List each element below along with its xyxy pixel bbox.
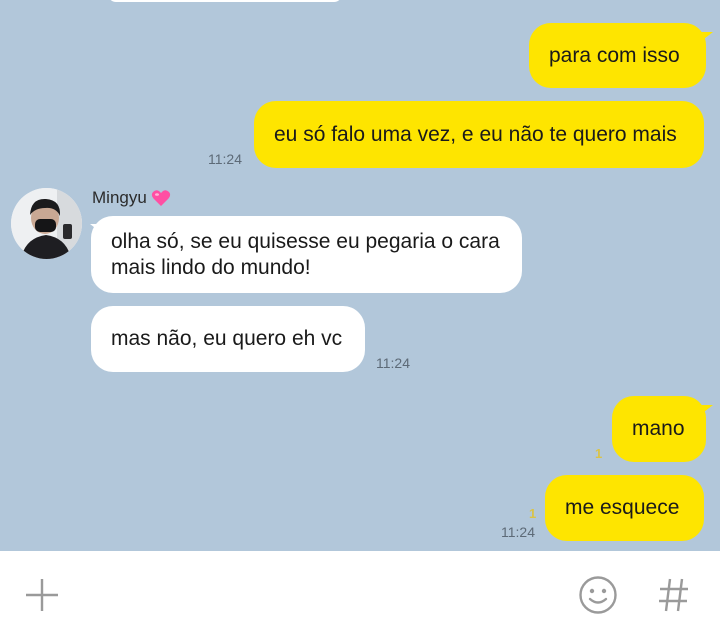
- message-text: olha só, se eu quisesse eu pegaria o car…: [111, 230, 500, 279]
- input-bar: [0, 551, 720, 641]
- message-bubble-incoming[interactable]: mas não, eu quero eh vc: [91, 306, 365, 372]
- heart-emoji-icon: [151, 190, 170, 206]
- message-bubble-outgoing[interactable]: eu só falo uma vez, e eu não te quero ma…: [254, 101, 704, 168]
- message-text: eu só falo uma vez, e eu não te quero ma…: [274, 122, 677, 146]
- unread-count: 1: [529, 506, 537, 521]
- emoji-icon[interactable]: [578, 575, 618, 615]
- message-bubble-outgoing[interactable]: mano: [612, 396, 706, 462]
- message-time: 11:24: [208, 151, 242, 167]
- message-time: 11:24: [376, 355, 410, 371]
- contact-avatar[interactable]: [11, 188, 82, 259]
- bubble-tail: [700, 32, 713, 42]
- chat-area[interactable]: para com isso eu só falo uma vez, e eu n…: [0, 0, 720, 551]
- message-text: me esquece: [565, 496, 680, 519]
- message-text: para com isso: [549, 43, 680, 67]
- unread-count: 1: [595, 446, 603, 461]
- sender-name-row: Mingyu: [92, 188, 171, 208]
- sender-name: Mingyu: [92, 188, 147, 207]
- message-text: mas não, eu quero eh vc: [111, 327, 343, 350]
- message-text: mano: [632, 417, 685, 440]
- previous-message-edge: [108, 0, 342, 2]
- message-bubble-outgoing[interactable]: para com isso: [529, 23, 706, 88]
- hashtag-icon[interactable]: [657, 576, 691, 614]
- bubble-tail: [700, 405, 713, 415]
- avatar-photo: [11, 188, 82, 259]
- message-bubble-incoming[interactable]: olha só, se eu quisesse eu pegaria o car…: [91, 216, 522, 293]
- message-bubble-outgoing[interactable]: me esquece: [545, 475, 704, 541]
- message-time: 11:24: [501, 524, 535, 540]
- plus-icon[interactable]: [23, 576, 61, 614]
